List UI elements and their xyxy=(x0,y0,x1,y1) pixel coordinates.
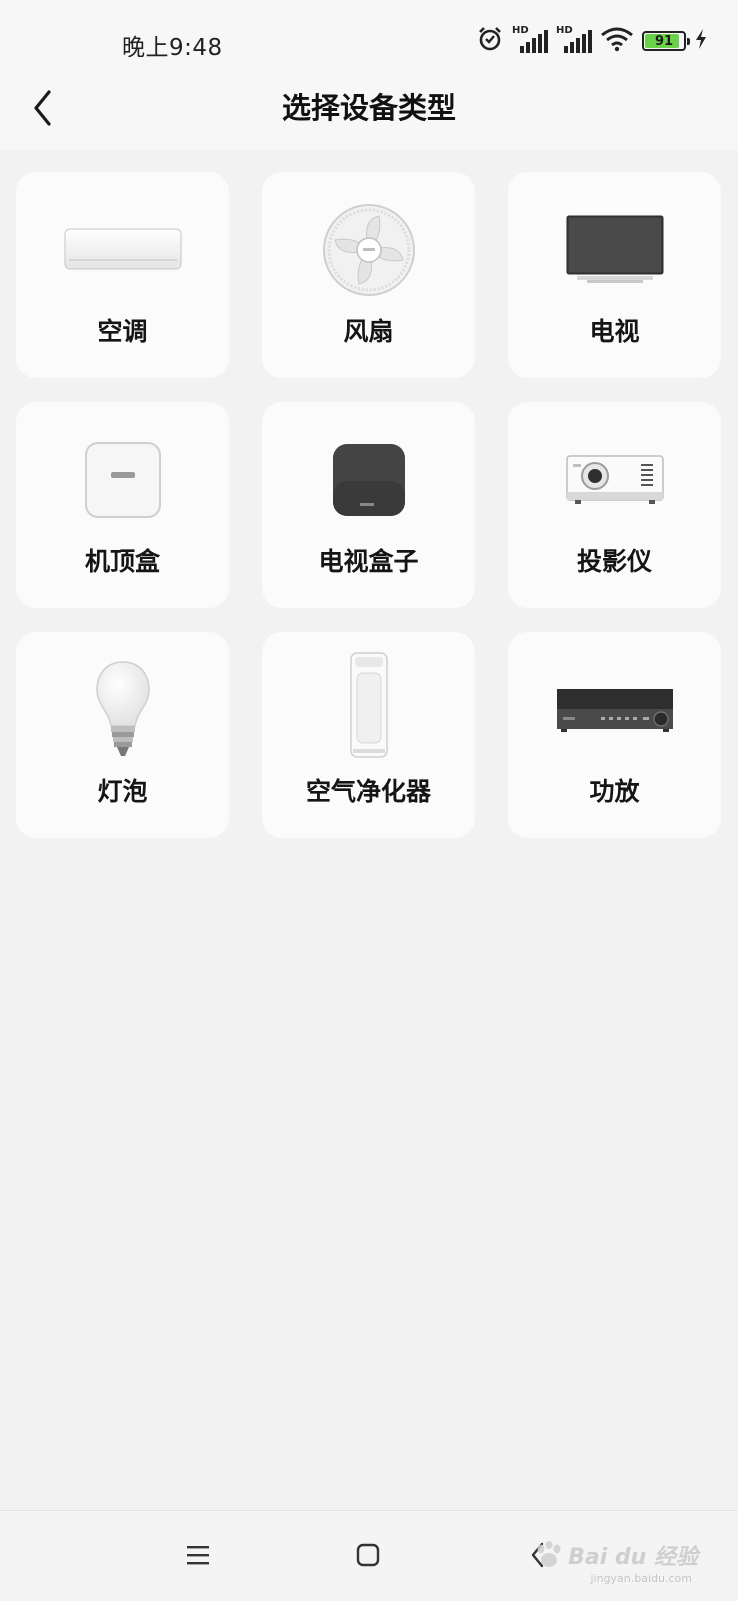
header-bar: 选择设备类型 xyxy=(0,86,738,150)
device-label: 电视盒子 xyxy=(318,547,419,576)
fan-icon xyxy=(262,200,475,300)
signal-icon: HD xyxy=(556,25,592,55)
device-card-tv[interactable]: 电视 xyxy=(508,172,721,378)
baidu-watermark: Bai du 经验 jingyan.baidu.com xyxy=(534,1539,698,1585)
battery-percent: 91 xyxy=(654,33,674,49)
device-card-projector[interactable]: 投影仪 xyxy=(508,402,721,608)
device-label: 灯泡 xyxy=(97,777,148,806)
battery-cap xyxy=(687,38,690,45)
recent-apps-button[interactable] xyxy=(180,1537,216,1573)
page-title: 选择设备类型 xyxy=(281,91,456,125)
air-purifier-icon xyxy=(262,652,475,760)
wifi-icon xyxy=(600,26,634,56)
device-label: 电视 xyxy=(589,317,640,346)
device-card-amplifier[interactable]: 功放 xyxy=(508,632,721,838)
paw-logo-icon xyxy=(537,1541,561,1567)
watermark-sub: jingyan.baidu.com xyxy=(590,1572,692,1585)
status-icons: HD HD 91 xyxy=(476,25,708,57)
projector-icon xyxy=(508,430,721,530)
amplifier-icon xyxy=(508,660,721,760)
charging-icon xyxy=(694,28,708,54)
device-card-fan[interactable]: 风扇 xyxy=(262,172,475,378)
device-card-air-purifier[interactable]: 空气净化器 xyxy=(262,632,475,838)
set-top-box-icon xyxy=(16,430,229,530)
system-nav-bar: Bai du 经验 jingyan.baidu.com xyxy=(0,1510,738,1601)
home-button[interactable] xyxy=(350,1537,386,1573)
battery-icon: 91 xyxy=(642,31,690,51)
status-time: 晚上9:48 xyxy=(122,35,223,61)
watermark-text: Bai du 经验 xyxy=(568,1545,698,1570)
light-bulb-icon xyxy=(16,660,229,760)
alarm-icon xyxy=(476,25,504,57)
device-card-set-top-box[interactable]: 机顶盒 xyxy=(16,402,229,608)
signal-icon: HD xyxy=(512,25,548,55)
device-label: 功放 xyxy=(589,777,640,806)
tv-box-icon xyxy=(262,430,475,530)
device-label: 空气净化器 xyxy=(305,777,431,806)
air-conditioner-icon xyxy=(16,200,229,300)
menu-icon xyxy=(187,1546,209,1565)
device-label: 投影仪 xyxy=(576,547,652,576)
status-bar: 晚上9:48 HD HD 91 xyxy=(0,0,738,86)
device-type-grid: 空调 风扇 电视 机顶盒 电视盒子 投影仪 灯泡 空气净化器 功放 xyxy=(16,172,721,838)
device-card-tv-box[interactable]: 电视盒子 xyxy=(262,402,475,608)
home-icon xyxy=(356,1543,380,1567)
device-card-air-conditioner[interactable]: 空调 xyxy=(16,172,229,378)
tv-icon xyxy=(508,200,721,300)
device-label: 空调 xyxy=(97,317,148,346)
device-label: 风扇 xyxy=(343,317,394,346)
device-label: 机顶盒 xyxy=(84,547,160,576)
device-card-light-bulb[interactable]: 灯泡 xyxy=(16,632,229,838)
